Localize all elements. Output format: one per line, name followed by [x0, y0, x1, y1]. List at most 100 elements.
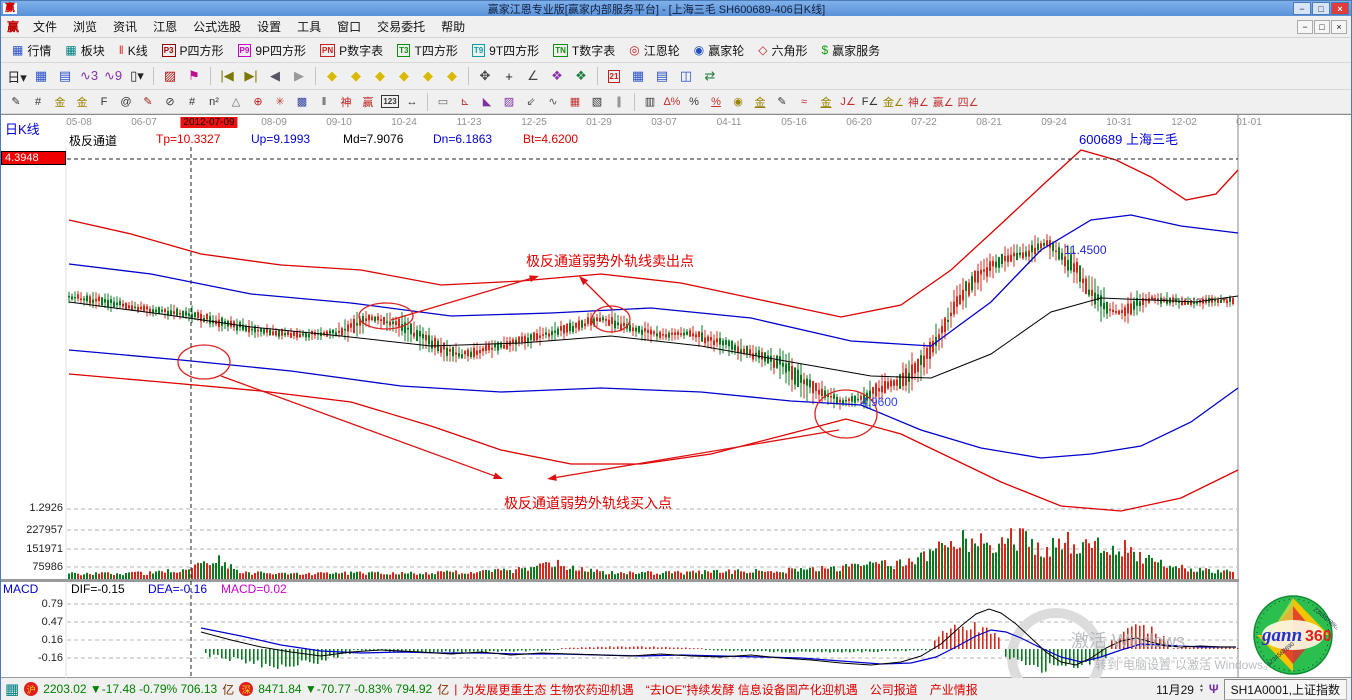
candle-style-icon[interactable]: ▯▾ — [125, 65, 149, 87]
percent-line-icon[interactable]: % — [705, 92, 727, 112]
angle-measure-icon[interactable]: ∠ — [521, 65, 545, 87]
menu-item-2[interactable]: 浏览 — [65, 16, 105, 37]
menu-item-7[interactable]: 工具 — [289, 16, 329, 37]
gold-circle-icon[interactable]: ◉ — [727, 92, 749, 112]
news-ticker[interactable]: 为发展更重生态 生物农药迎机遇 “去IOE”持续发酵 信息设备国产化迎机遇 公司… — [462, 681, 1151, 698]
grid-blue-icon[interactable]: ▩ — [291, 92, 313, 112]
child-restore-button[interactable]: □ — [1314, 20, 1330, 34]
info-list-icon[interactable]: ▤ — [53, 65, 77, 87]
fib-icon[interactable]: F — [93, 92, 115, 112]
shen-icon[interactable]: 神 — [335, 92, 357, 112]
web-icon[interactable]: ▨ — [498, 92, 520, 112]
half-angle-icon[interactable]: △ — [225, 92, 247, 112]
wave-icon[interactable]: ∿ — [542, 92, 564, 112]
date-spinner[interactable]: ▲▼ — [1199, 684, 1204, 694]
child-minimize-button[interactable]: − — [1297, 20, 1313, 34]
diamond-next-icon[interactable]: ◆ — [344, 65, 368, 87]
ruler-123-icon[interactable]: 123 — [379, 92, 401, 112]
measure-pencil-icon[interactable]: ✎ — [771, 92, 793, 112]
menu-item-4[interactable]: 江恩 — [145, 16, 185, 37]
close-button[interactable]: × — [1331, 2, 1349, 15]
n-square-icon[interactable]: n² — [203, 92, 225, 112]
p-square-button[interactable]: P3P四方形 — [155, 40, 231, 61]
kline-pair-icon[interactable]: ‖ — [313, 92, 335, 112]
grid-arrow-icon[interactable]: ▧ — [586, 92, 608, 112]
calculator-icon[interactable]: ▦ — [626, 65, 650, 87]
menu-item-8[interactable]: 窗口 — [329, 16, 369, 37]
hexagon-button[interactable]: ◇六角形 — [751, 40, 814, 61]
gann-purple-icon[interactable]: ❖ — [545, 65, 569, 87]
hatch2-icon[interactable]: # — [181, 92, 203, 112]
menu-item-5[interactable]: 公式选股 — [185, 16, 249, 37]
menu-item-6[interactable]: 设置 — [249, 16, 289, 37]
crosshair-tool-icon[interactable]: + — [497, 65, 521, 87]
p-table-button[interactable]: PNP数字表 — [313, 40, 390, 61]
diamond-expand-v-icon[interactable]: ◆ — [416, 65, 440, 87]
parallel-icon[interactable]: ∥ — [608, 92, 630, 112]
current-index-label[interactable]: SH1A0001,上证指数 — [1224, 679, 1347, 700]
starburst-icon[interactable]: ✳ — [269, 92, 291, 112]
angle-shen-icon[interactable]: 神∠ — [906, 92, 931, 112]
menu-item-3[interactable]: 资讯 — [105, 16, 145, 37]
kline-button[interactable]: ‖K线 — [112, 40, 155, 61]
next-bar-icon[interactable]: ▶ — [287, 65, 311, 87]
angle-j-icon[interactable]: J∠ — [837, 92, 859, 112]
pencil-icon[interactable]: ✎ — [5, 92, 27, 112]
t-square-button[interactable]: T3T四方形 — [390, 40, 465, 61]
winner-service-button[interactable]: $赢家服务 — [814, 40, 887, 61]
period-selector[interactable]: 日▾ — [5, 65, 29, 87]
percent-icon[interactable]: % — [683, 92, 705, 112]
angle-f-icon[interactable]: F∠ — [859, 92, 881, 112]
hand-tool-icon[interactable]: ✥ — [473, 65, 497, 87]
gold-section2-icon[interactable]: 金 — [71, 92, 93, 112]
notepad-icon[interactable]: ▤ — [650, 65, 674, 87]
wave-red-icon[interactable]: ≈ — [793, 92, 815, 112]
child-close-button[interactable]: × — [1331, 20, 1347, 34]
quote-button[interactable]: ▦行情 — [5, 40, 58, 61]
tile-window-icon[interactable]: ▦ — [29, 65, 53, 87]
gold-section-icon[interactable]: 金 — [49, 92, 71, 112]
gold-line-icon[interactable]: 金 — [749, 92, 771, 112]
flag-icon[interactable]: ⚑ — [182, 65, 206, 87]
spiral-icon[interactable]: @ — [115, 92, 137, 112]
width-arrow-icon[interactable]: ↔ — [401, 92, 423, 112]
9p-square-button[interactable]: P99P四方形 — [231, 40, 313, 61]
diamond-prev-icon[interactable]: ◆ — [320, 65, 344, 87]
column-chart-icon[interactable]: ▥ — [639, 92, 661, 112]
angle-si-icon[interactable]: 四∠ — [956, 92, 981, 112]
diamond-expand-all-icon[interactable]: ◆ — [440, 65, 464, 87]
target-red-icon[interactable]: ⊕ — [247, 92, 269, 112]
first-bar-icon[interactable]: |◀ — [215, 65, 239, 87]
pencil-red-icon[interactable]: ✎ — [137, 92, 159, 112]
arrow-dl-icon[interactable]: ⇙ — [520, 92, 542, 112]
network-icon[interactable]: ⇄ — [698, 65, 722, 87]
mini-chart-9-icon[interactable]: ∿9 — [101, 65, 125, 87]
prev-bar-icon[interactable]: ◀ — [263, 65, 287, 87]
tri-percent-icon[interactable]: ∆% — [661, 92, 683, 112]
box-select-icon[interactable]: ▭ — [432, 92, 454, 112]
maximize-button[interactable]: □ — [1312, 2, 1330, 15]
menu-item-1[interactable]: 文件 — [25, 16, 65, 37]
circle-slash-icon[interactable]: ⊘ — [159, 92, 181, 112]
save-icon[interactable]: ◫ — [674, 65, 698, 87]
gann-green-icon[interactable]: ❖ — [569, 65, 593, 87]
spinner-down-icon[interactable]: ▼ — [1199, 689, 1204, 694]
formula-box-icon[interactable]: ▨ — [158, 65, 182, 87]
menu-item-10[interactable]: 帮助 — [433, 16, 473, 37]
fan-lines-icon[interactable]: ⊾ — [454, 92, 476, 112]
t-table-button[interactable]: TNT数字表 — [546, 40, 622, 61]
mini-chart-3-icon[interactable]: ∿3 — [77, 65, 101, 87]
diamond-compress-h-icon[interactable]: ◆ — [392, 65, 416, 87]
menu-item-9[interactable]: 交易委托 — [369, 16, 433, 37]
last-bar-icon[interactable]: ▶| — [239, 65, 263, 87]
angle-gold-icon[interactable]: 金∠ — [881, 92, 906, 112]
hatch-ruler-icon[interactable]: # — [27, 92, 49, 112]
angle-ying-icon[interactable]: 赢∠ — [931, 92, 956, 112]
ying-icon[interactable]: 赢 — [357, 92, 379, 112]
gann-wheel-button[interactable]: ◎江恩轮 — [622, 40, 687, 61]
quote-grid-icon[interactable]: ▦ — [5, 682, 19, 697]
gold-under-icon[interactable]: 金 — [815, 92, 837, 112]
winner-wheel-button[interactable]: ◉赢家轮 — [687, 40, 752, 61]
sectors-button[interactable]: ▦板块 — [58, 40, 111, 61]
calendar-icon[interactable]: 21 — [602, 65, 626, 87]
